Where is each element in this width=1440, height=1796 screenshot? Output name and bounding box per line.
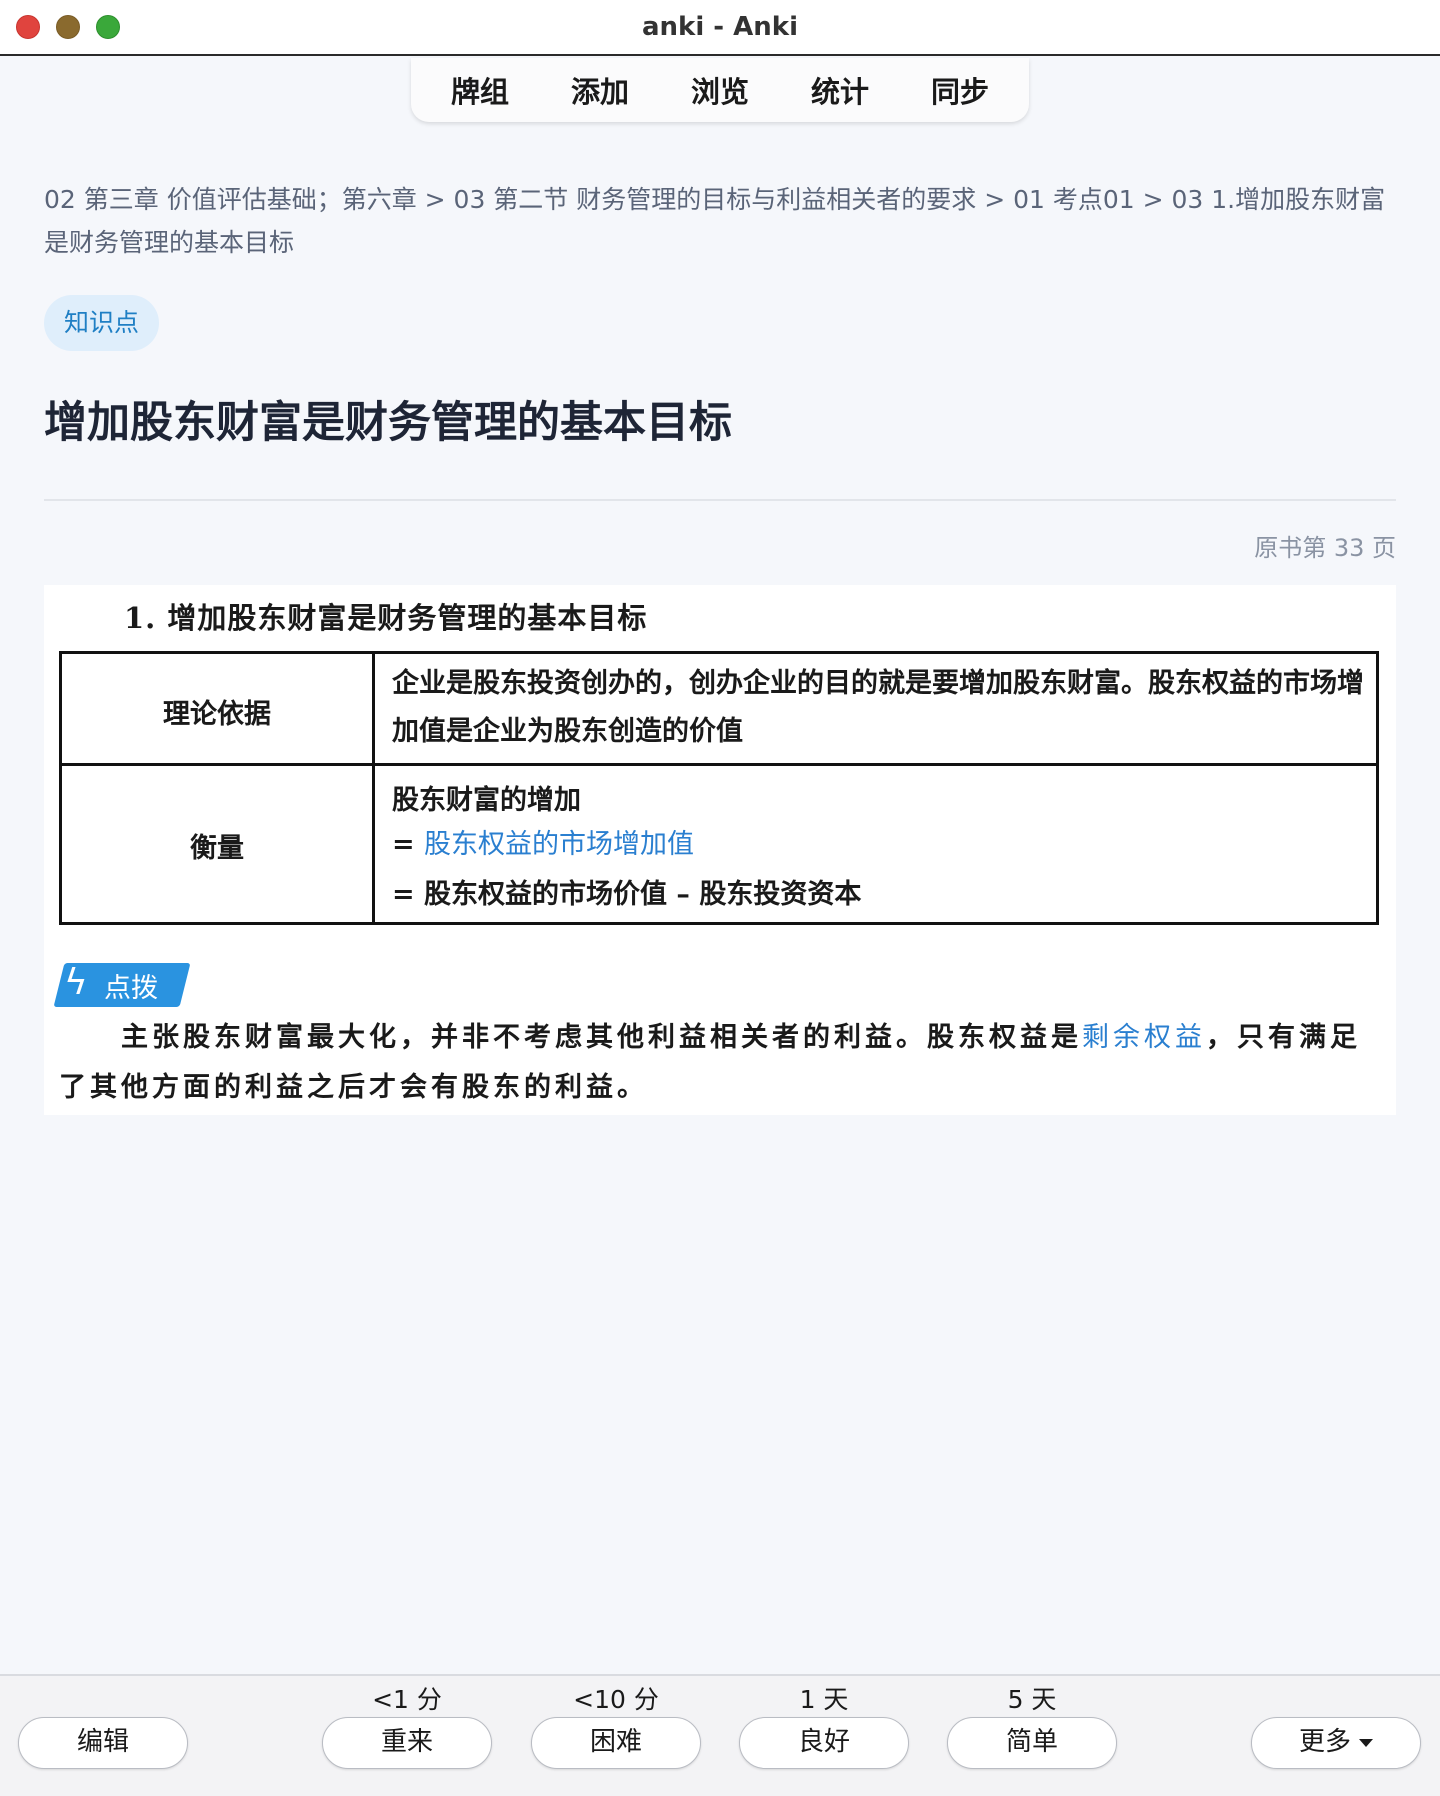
nav-decks[interactable]: 牌组 [420,69,540,111]
edit-button[interactable]: 编辑 [18,1717,188,1769]
table-row: 理论依据 企业是股东投资创办的，创办企业的目的就是要增加股东财富。股东权益的市场… [62,654,1376,766]
tip-text-part: 主张股东财富最大化，并非不考虑其他利益相关者的利益。股东权益是 [121,1022,1082,1053]
more-button[interactable]: 更多 [1251,1717,1421,1769]
more-label: 更多 [1298,1727,1351,1757]
window-titlebar: anki - Anki [0,0,1440,56]
window-title: anki - Anki [642,12,798,42]
excerpt-table: 理论依据 企业是股东投资创办的，创办企业的目的就是要增加股东财富。股东权益的市场… [59,651,1379,925]
row-label: 理论依据 [163,699,271,730]
chevron-down-icon [1359,1738,1373,1747]
top-toolbar: 牌组 添加 浏览 统计 同步 [411,58,1029,122]
easy-button[interactable]: 简单 [947,1717,1117,1769]
good-button[interactable]: 良好 [739,1717,909,1769]
nav-stats[interactable]: 统计 [780,69,900,111]
interval-again: <1 分 [372,1685,442,1714]
row-text: 企业是股东投资创办的，创办企业的目的就是要增加股东财富。股东权益的市场增加值是企… [392,668,1364,747]
page-reference: 原书第 33 页 [1254,534,1396,562]
excerpt-heading: 1. 增加股东财富是财务管理的基本目标 [124,601,648,635]
nav-browse[interactable]: 浏览 [660,69,780,111]
book-excerpt-image: 1. 增加股东财富是财务管理的基本目标 理论依据 企业是股东投资创办的，创办企业… [44,585,1396,1115]
hard-button[interactable]: 困难 [531,1717,701,1769]
equals-sign: = [392,829,425,860]
row-text-line: = 股东权益的市场价值 – 股东投资资本 [392,879,862,910]
interval-easy: 5 天 [1007,1685,1057,1714]
card-tag: 知识点 [44,295,160,351]
card-title: 增加股东财富是财务管理的基本目标 [44,398,732,448]
highlighted-term: 剩余权益 [1082,1022,1206,1053]
interval-hard: <10 分 [573,1685,659,1714]
tip-paragraph: 主张股东财富最大化，并非不考虑其他利益相关者的利益。股东权益是剩余权益，只有满足… [59,1013,1379,1113]
row-text-line: 股东财富的增加 [392,785,581,816]
lightning-icon: ϟ [64,962,88,1003]
again-button[interactable]: 重来 [322,1717,492,1769]
tip-badge-label: 点拨 [104,973,158,1004]
nav-sync[interactable]: 同步 [900,69,1020,111]
breadcrumb: 02 第三章 价值评估基础；第六章 > 03 第二节 财务管理的目标与利益相关者… [44,185,1386,257]
answer-bar [0,1674,1440,1796]
interval-good: 1 天 [799,1685,849,1714]
divider [44,499,1396,501]
table-row: 衡量 股东财富的增加 = 股东权益的市场增加值 = 股东权益的市场价值 – 股东… [62,766,1376,924]
row-text-line: = 股东权益的市场增加值 [392,822,694,861]
highlighted-term: 股东权益的市场增加值 [424,829,695,860]
row-label: 衡量 [190,833,244,864]
nav-add[interactable]: 添加 [540,69,660,111]
